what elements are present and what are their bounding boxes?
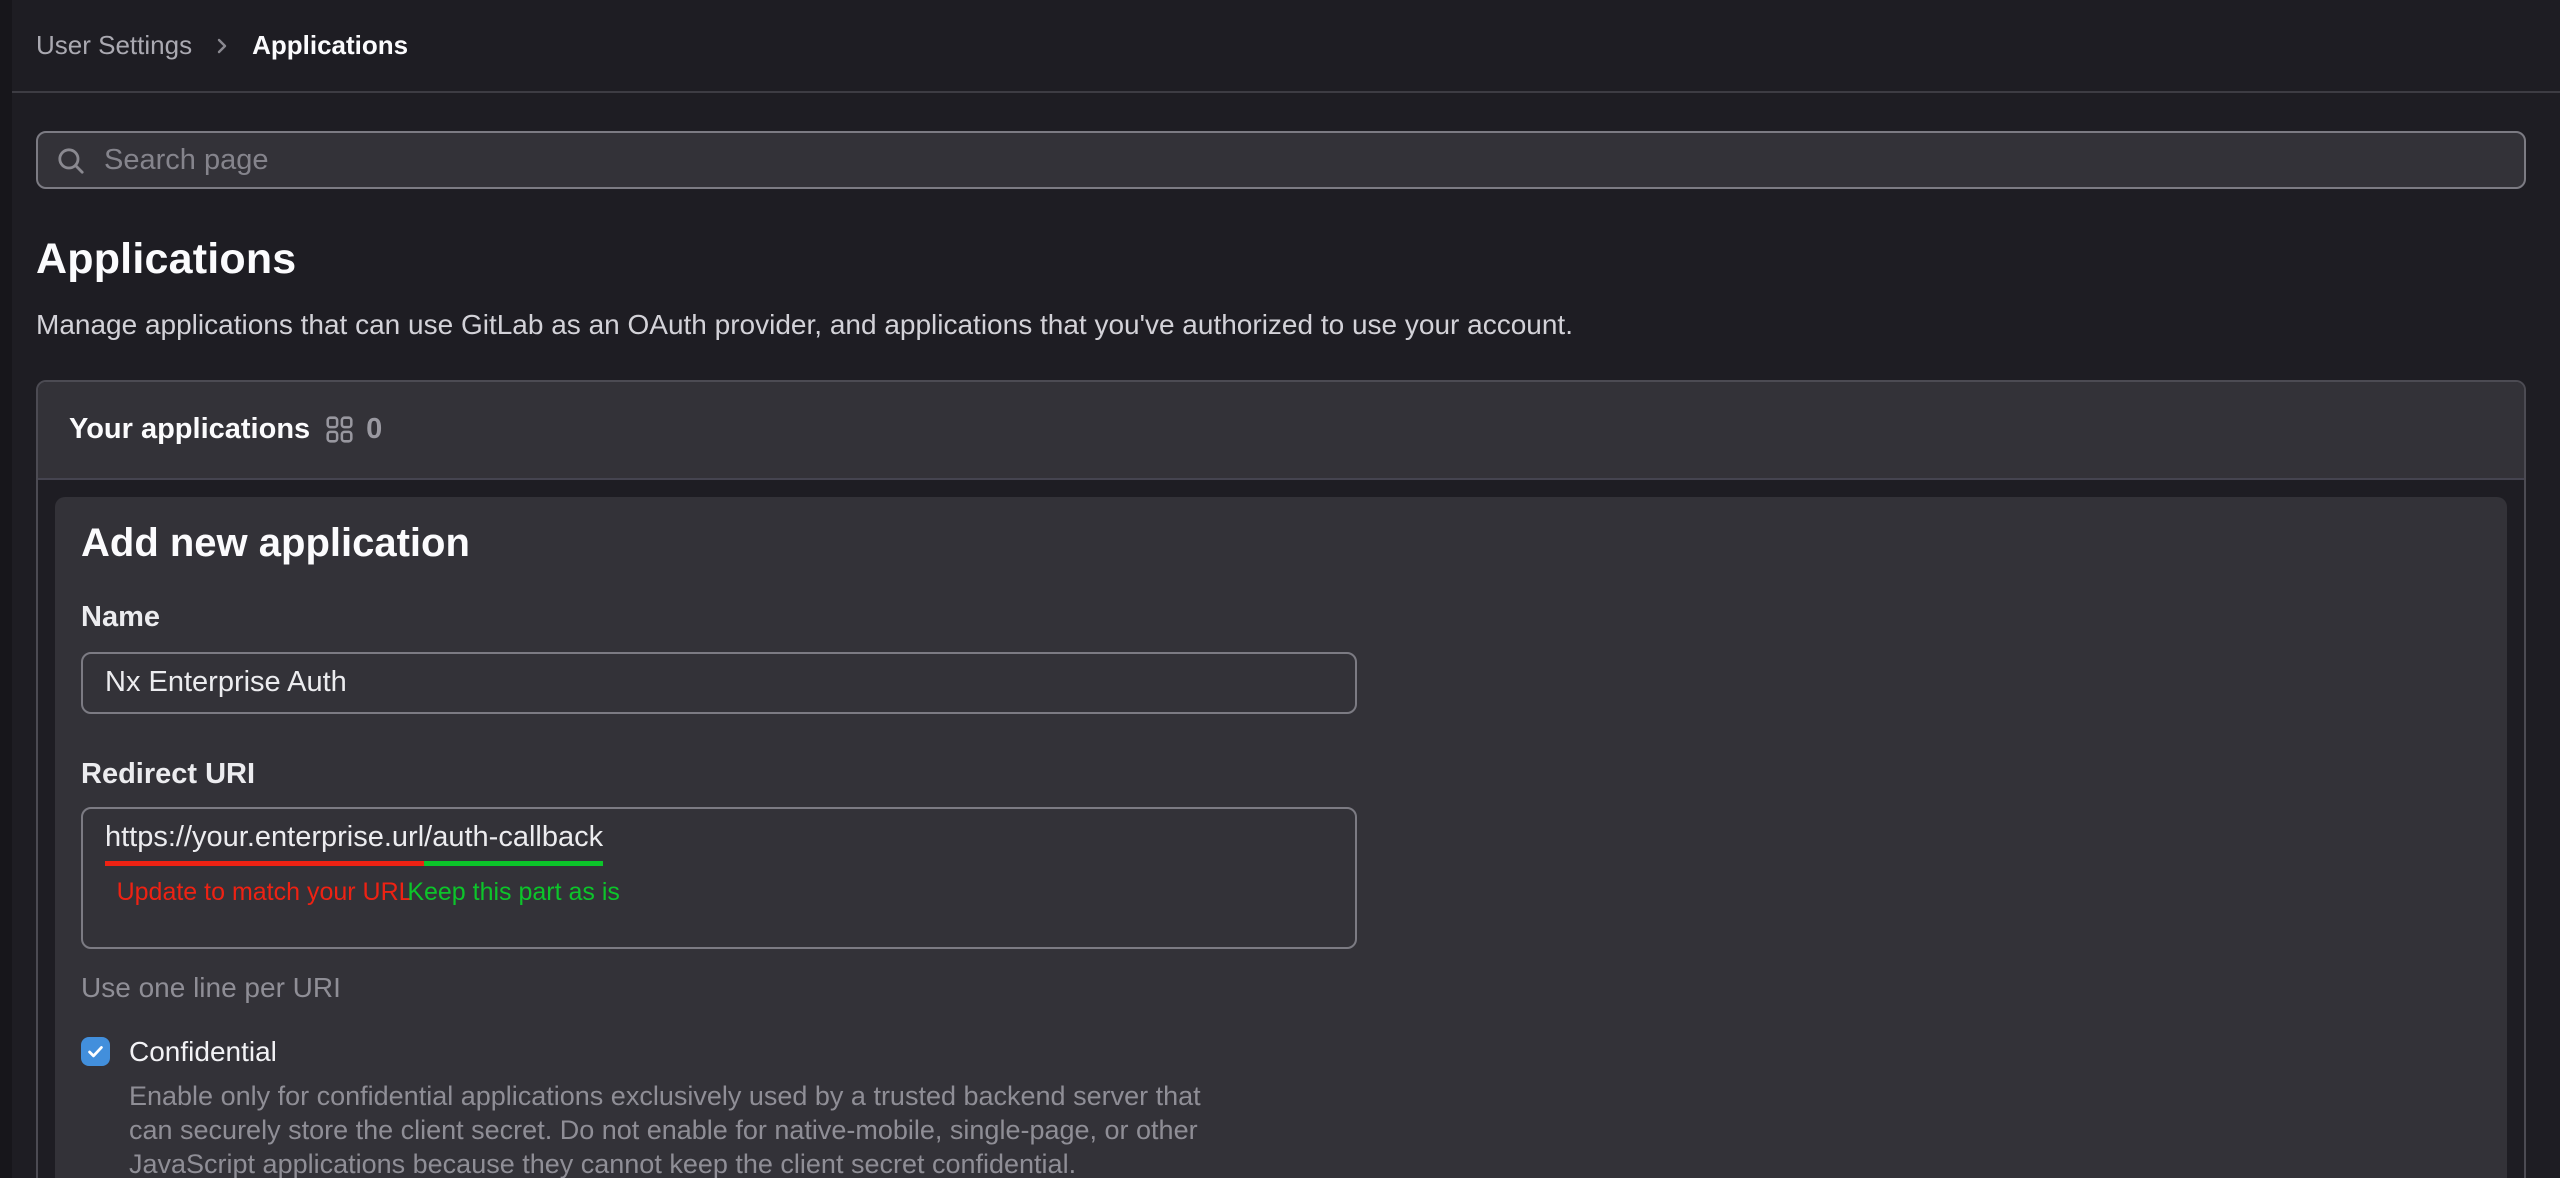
confidential-help-text: Enable only for confidential application… [129,1079,2479,1178]
redirect-uri-value: https://your.enterprise.urlUpdate to mat… [105,821,1333,866]
your-applications-title: Your applications [69,413,310,446]
confidential-help-line: can securely store the client secret. Do… [129,1113,2479,1147]
annotation-update-url: Update to match your URL [117,878,413,907]
redirect-uri-hint: Use one line per URI [81,972,2479,1004]
your-applications-body: Add new application Name Redirect URI ht… [38,480,2524,1178]
page-description: Manage applications that can use GitLab … [36,306,2526,344]
page-title: Applications [36,237,2526,282]
applications-grid-icon [326,416,353,443]
window-edge [0,0,12,1178]
annotation-keep-part: Keep this part as is [407,878,620,907]
name-label: Name [81,601,2479,634]
add-new-application-card: Add new application Name Redirect URI ht… [55,497,2507,1178]
checkmark-icon [86,1042,105,1061]
breadcrumb-applications: Applications [252,30,408,61]
top-bar: User Settings Applications [0,0,2560,93]
search-input[interactable] [36,131,2526,189]
breadcrumb-user-settings[interactable]: User Settings [36,30,192,61]
confidential-help-line: Enable only for confidential application… [129,1079,2479,1113]
your-applications-panel: Your applications 0 Add new application … [36,380,2526,1178]
redirect-uri-label: Redirect URI [81,758,2479,791]
chevron-right-icon [210,34,234,58]
search-container [36,131,2526,189]
name-input[interactable] [81,652,1357,714]
confidential-help-line: JavaScript applications because they can… [129,1147,2479,1178]
confidential-row: Confidential [81,1036,2479,1068]
redirect-uri-part-host: https://your.enterprise.urlUpdate to mat… [105,821,424,866]
main-content: Applications Manage applications that ca… [0,131,2560,1178]
applications-count-badge: 0 [366,413,382,446]
redirect-uri-part-path: /auth-callbackKeep this part as is [424,821,603,866]
confidential-checkbox[interactable] [81,1037,110,1066]
breadcrumb: User Settings Applications [36,30,408,61]
add-new-application-title: Add new application [81,521,2479,565]
confidential-label[interactable]: Confidential [129,1036,277,1068]
redirect-uri-textarea[interactable]: https://your.enterprise.urlUpdate to mat… [81,807,1357,949]
your-applications-header: Your applications 0 [38,382,2524,480]
